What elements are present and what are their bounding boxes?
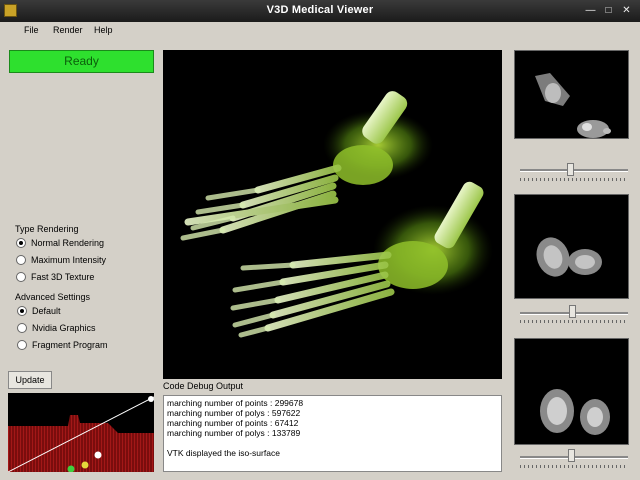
title-bar: V3D Medical Viewer — □ ✕ <box>0 0 640 22</box>
transfer-function-graph <box>7 396 155 473</box>
tf-control-point-yellow[interactable] <box>81 461 89 469</box>
sagittal-slice-image <box>540 389 610 435</box>
debug-line: marching number of polys : 597622 <box>167 408 301 418</box>
debug-output-textbox[interactable]: marching number of points : 299678 march… <box>163 395 502 472</box>
menu-file[interactable]: File <box>24 25 39 35</box>
radio-default[interactable] <box>17 306 27 316</box>
minimize-icon[interactable]: — <box>585 5 596 16</box>
menu-bar: File Render Help <box>0 22 640 39</box>
coronal-slider-thumb[interactable] <box>569 305 577 318</box>
menu-help[interactable]: Help <box>94 25 113 35</box>
type-rendering-label: Type Rendering <box>15 224 79 234</box>
axial-slider-thumb[interactable] <box>567 163 575 176</box>
menu-render[interactable]: Render <box>53 25 83 35</box>
coronal-slider-ticks <box>520 320 628 323</box>
radio-fragment-program-label: Fragment Program <box>32 340 108 350</box>
update-button[interactable]: Update <box>8 371 52 389</box>
radio-fast-3d-texture[interactable] <box>16 272 26 282</box>
axial-slice-image <box>535 73 611 138</box>
debug-output-label: Code Debug Output <box>163 381 244 391</box>
close-icon[interactable]: ✕ <box>621 5 632 16</box>
debug-line: marching number of points : 299678 <box>167 398 304 408</box>
slice-view-sagittal[interactable] <box>514 338 629 445</box>
transfer-function-editor[interactable] <box>7 393 155 473</box>
radio-normal-rendering-label: Normal Rendering <box>31 238 105 248</box>
debug-line: VTK displayed the iso-surface <box>167 448 280 458</box>
volume-render-viewport[interactable] <box>163 50 502 379</box>
debug-line <box>167 438 498 448</box>
slice-view-coronal[interactable] <box>514 194 629 299</box>
debug-line: marching number of points : 67412 <box>167 418 299 428</box>
sagittal-slider-ticks <box>520 465 628 468</box>
tf-control-point-white[interactable] <box>94 451 102 459</box>
coronal-slice-image <box>536 237 602 277</box>
tf-control-point-end[interactable] <box>148 396 154 402</box>
radio-fast-3d-texture-label: Fast 3D Texture <box>31 272 95 282</box>
radio-maximum-intensity[interactable] <box>16 255 26 265</box>
maximize-icon[interactable]: □ <box>603 5 614 16</box>
radio-nvidia-graphics-label: Nvidia Graphics <box>32 323 96 333</box>
status-indicator: Ready <box>9 50 154 73</box>
radio-maximum-intensity-label: Maximum Intensity <box>31 255 107 265</box>
axial-slider-ticks <box>520 178 628 181</box>
foot-bones-render <box>180 91 493 338</box>
radio-nvidia-graphics[interactable] <box>17 323 27 333</box>
slice-view-axial[interactable] <box>514 50 629 139</box>
radio-default-label: Default <box>32 306 61 316</box>
window-title: V3D Medical Viewer <box>266 4 374 16</box>
sagittal-slider-thumb[interactable] <box>568 449 576 462</box>
radio-normal-rendering[interactable] <box>16 238 26 248</box>
advanced-settings-label: Advanced Settings <box>15 292 91 302</box>
radio-fragment-program[interactable] <box>17 340 27 350</box>
debug-line: marching number of polys : 133789 <box>167 428 301 438</box>
